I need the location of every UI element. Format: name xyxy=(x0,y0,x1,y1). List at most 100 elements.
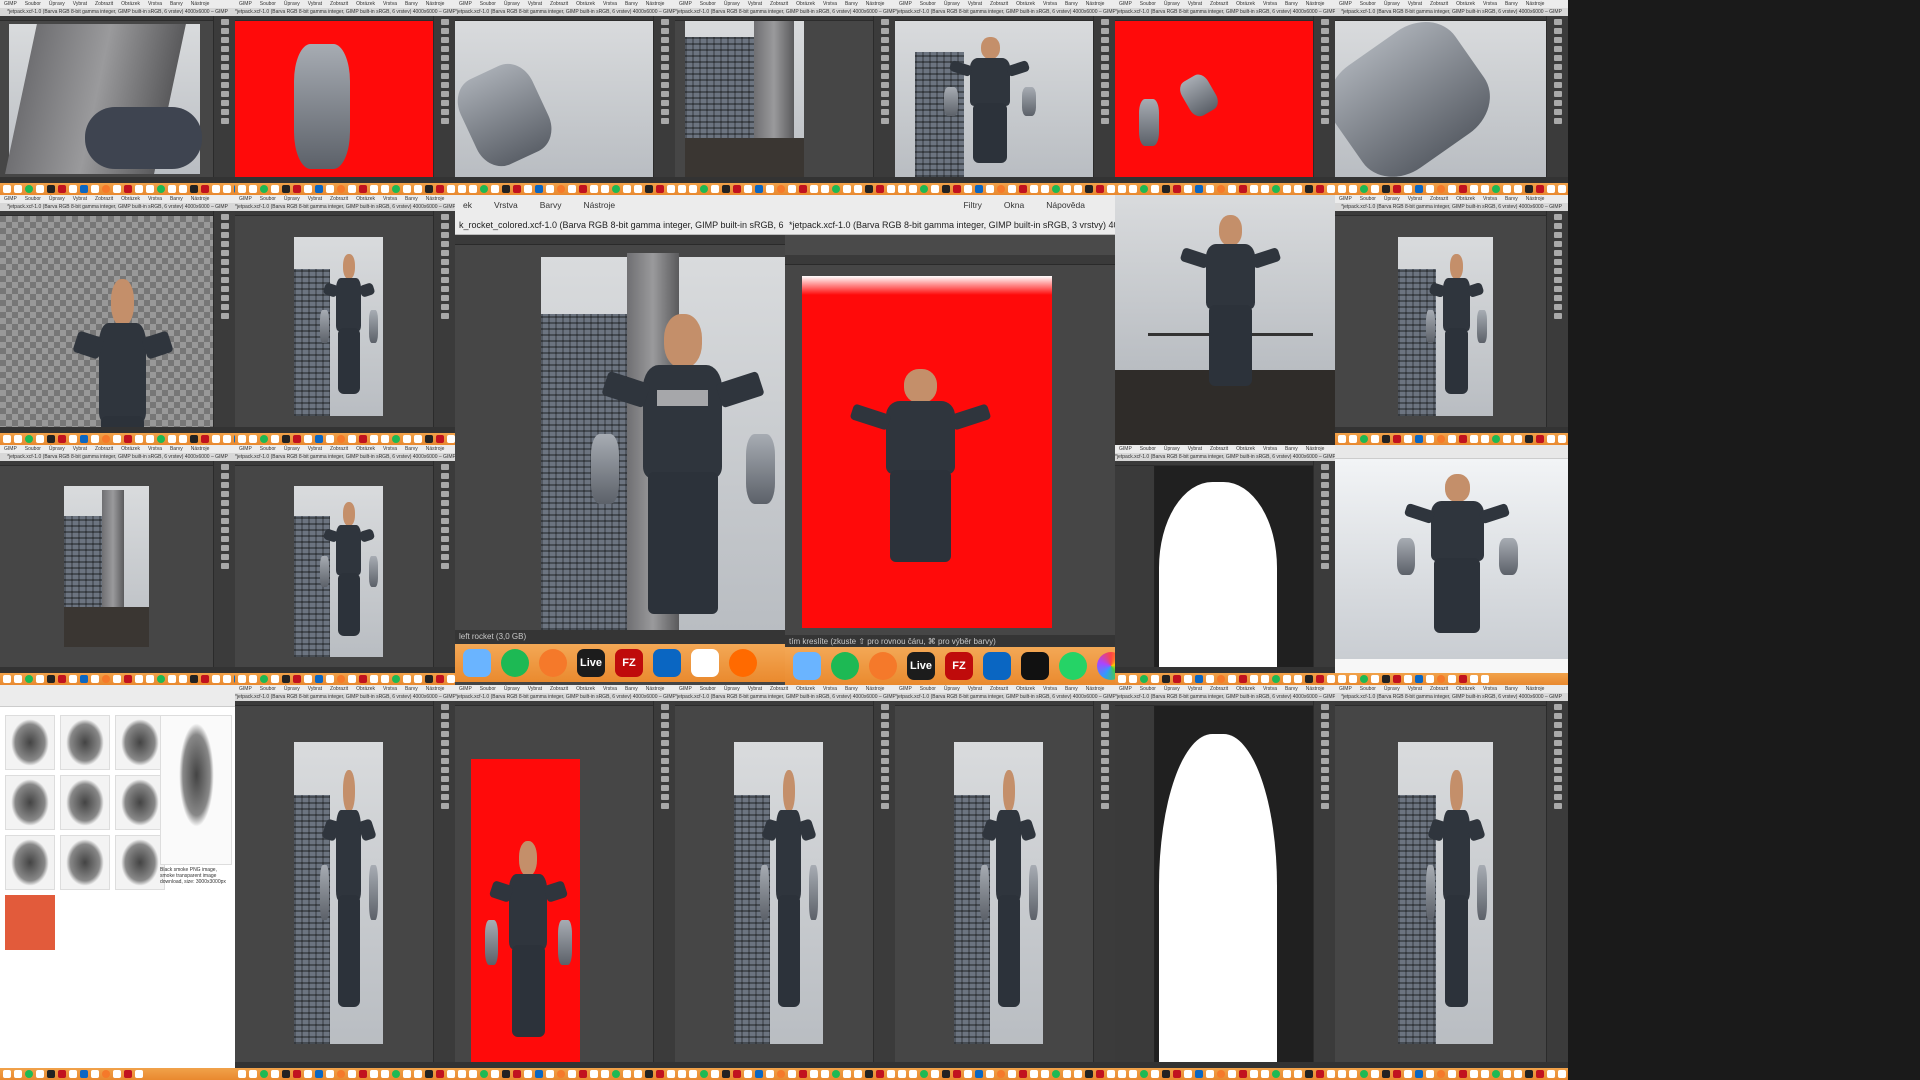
tool-icon[interactable] xyxy=(880,785,889,791)
whatsapp-icon[interactable] xyxy=(1059,652,1087,680)
dock-app-icon[interactable] xyxy=(964,1070,972,1078)
menu-item[interactable]: Zobrazit xyxy=(330,195,348,203)
tool-icon[interactable] xyxy=(1553,241,1562,247)
tool-icon[interactable] xyxy=(880,100,889,106)
menu-item[interactable]: Zobrazit xyxy=(550,0,568,8)
tool-icon[interactable] xyxy=(220,241,229,247)
dock-app-icon[interactable] xyxy=(711,185,719,193)
dock-app-icon[interactable] xyxy=(1470,1070,1478,1078)
dock-app-icon[interactable] xyxy=(975,1070,983,1078)
dock-app-icon[interactable] xyxy=(238,185,246,193)
menu-item[interactable]: Nástroje xyxy=(191,195,210,203)
menu-item[interactable]: Barvy xyxy=(170,195,183,203)
menu-item[interactable]: Vrstva xyxy=(1483,0,1497,8)
dock-app-icon[interactable] xyxy=(733,185,741,193)
menu-item[interactable]: Obrázek xyxy=(121,0,140,8)
dock-app-icon[interactable] xyxy=(1338,185,1346,193)
menu-item[interactable]: Barvy xyxy=(1065,0,1078,8)
tool-icon[interactable] xyxy=(1553,740,1562,746)
menu-item[interactable]: Vybrat xyxy=(748,0,762,8)
dock-app-icon[interactable] xyxy=(1206,185,1214,193)
tool-icon[interactable] xyxy=(440,313,449,319)
menu-item[interactable]: Soubor xyxy=(700,685,716,693)
dock-app-icon[interactable] xyxy=(370,435,378,443)
menu-item[interactable]: Barvy xyxy=(405,195,418,203)
tool-icon[interactable] xyxy=(1100,731,1109,737)
tool-icon[interactable] xyxy=(440,214,449,220)
tool-icon[interactable] xyxy=(440,28,449,34)
tool-icon[interactable] xyxy=(1100,109,1109,115)
dock-app-icon[interactable] xyxy=(179,185,187,193)
tool-icon[interactable] xyxy=(880,91,889,97)
tool-icon[interactable] xyxy=(220,491,229,497)
menu-item[interactable]: Nástroje xyxy=(1526,195,1545,203)
vscode-icon[interactable] xyxy=(983,652,1011,680)
dock-app-icon[interactable] xyxy=(1360,185,1368,193)
menu-item[interactable]: GIMP xyxy=(1339,685,1352,693)
tool-icon[interactable] xyxy=(1553,286,1562,292)
dock-app-icon[interactable] xyxy=(14,1070,22,1078)
dock-app-icon[interactable] xyxy=(777,185,785,193)
menu-item[interactable]: Vybrat xyxy=(1408,195,1422,203)
menu-item[interactable]: Zobrazit xyxy=(330,445,348,453)
tool-icon[interactable] xyxy=(1553,277,1562,283)
menu-item[interactable]: GIMP xyxy=(459,685,472,693)
dock-app-icon[interactable] xyxy=(1470,185,1478,193)
tool-icon[interactable] xyxy=(1553,250,1562,256)
dock-app-icon[interactable] xyxy=(898,1070,906,1078)
dock-app-icon[interactable] xyxy=(249,435,257,443)
dock-app-icon[interactable] xyxy=(392,185,400,193)
dock-app-icon[interactable] xyxy=(711,1070,719,1078)
tool-icon[interactable] xyxy=(220,304,229,310)
tool-icon[interactable] xyxy=(1553,100,1562,106)
tool-icon[interactable] xyxy=(1100,803,1109,809)
dock-app-icon[interactable] xyxy=(1558,1070,1566,1078)
tool-icon[interactable] xyxy=(1320,704,1329,710)
dock-app-icon[interactable] xyxy=(1338,1070,1346,1078)
dock-app-icon[interactable] xyxy=(36,675,44,683)
menu-item[interactable]: Úpravy xyxy=(284,0,300,8)
tool-icon[interactable] xyxy=(1100,794,1109,800)
dock-app-icon[interactable] xyxy=(1085,1070,1093,1078)
menu-item[interactable]: Barvy xyxy=(845,685,858,693)
tool-icon[interactable] xyxy=(440,277,449,283)
tool-icon[interactable] xyxy=(1320,118,1329,124)
menu-item[interactable]: Nástroje xyxy=(1306,685,1325,693)
menu-item[interactable]: Nástroje xyxy=(1526,0,1545,8)
tool-icon[interactable] xyxy=(440,740,449,746)
tool-icon[interactable] xyxy=(1553,295,1562,301)
dock-app-icon[interactable] xyxy=(168,435,176,443)
dock-app-icon[interactable] xyxy=(47,1070,55,1078)
dock-app-icon[interactable] xyxy=(1184,1070,1192,1078)
dock-app-icon[interactable] xyxy=(656,1070,664,1078)
menu-item[interactable]: Obrázek xyxy=(1016,0,1035,8)
dock-app-icon[interactable] xyxy=(799,185,807,193)
image-canvas[interactable] xyxy=(785,265,1115,635)
dock-app-icon[interactable] xyxy=(1415,185,1423,193)
dock-app-icon[interactable] xyxy=(113,1070,121,1078)
menu-item[interactable]: Obrázek xyxy=(1456,685,1475,693)
image-canvas[interactable] xyxy=(1335,706,1546,1062)
dock-app-icon[interactable] xyxy=(821,185,829,193)
dock-app-icon[interactable] xyxy=(920,185,928,193)
dock-app-icon[interactable] xyxy=(223,675,231,683)
menu-item[interactable]: Barvy xyxy=(405,0,418,8)
dock-app-icon[interactable] xyxy=(271,675,279,683)
blender-icon[interactable] xyxy=(869,652,897,680)
tool-icon[interactable] xyxy=(1100,758,1109,764)
menu-item[interactable]: Obrázek xyxy=(356,0,375,8)
tool-icon[interactable] xyxy=(1553,28,1562,34)
dock-app-icon[interactable] xyxy=(1184,185,1192,193)
dock-app-icon[interactable] xyxy=(58,1070,66,1078)
dock-app-icon[interactable] xyxy=(1140,675,1148,683)
menu-item[interactable]: Vrstva xyxy=(1263,685,1277,693)
terminal-icon[interactable] xyxy=(1021,652,1049,680)
tool-icon[interactable] xyxy=(660,776,669,782)
dock-app-icon[interactable] xyxy=(135,185,143,193)
dock-app-icon[interactable] xyxy=(348,435,356,443)
dock-app-icon[interactable] xyxy=(168,185,176,193)
tool-icon[interactable] xyxy=(660,64,669,70)
dock-app-icon[interactable] xyxy=(1294,185,1302,193)
dock-app-icon[interactable] xyxy=(469,1070,477,1078)
dock-app-icon[interactable] xyxy=(1404,435,1412,443)
